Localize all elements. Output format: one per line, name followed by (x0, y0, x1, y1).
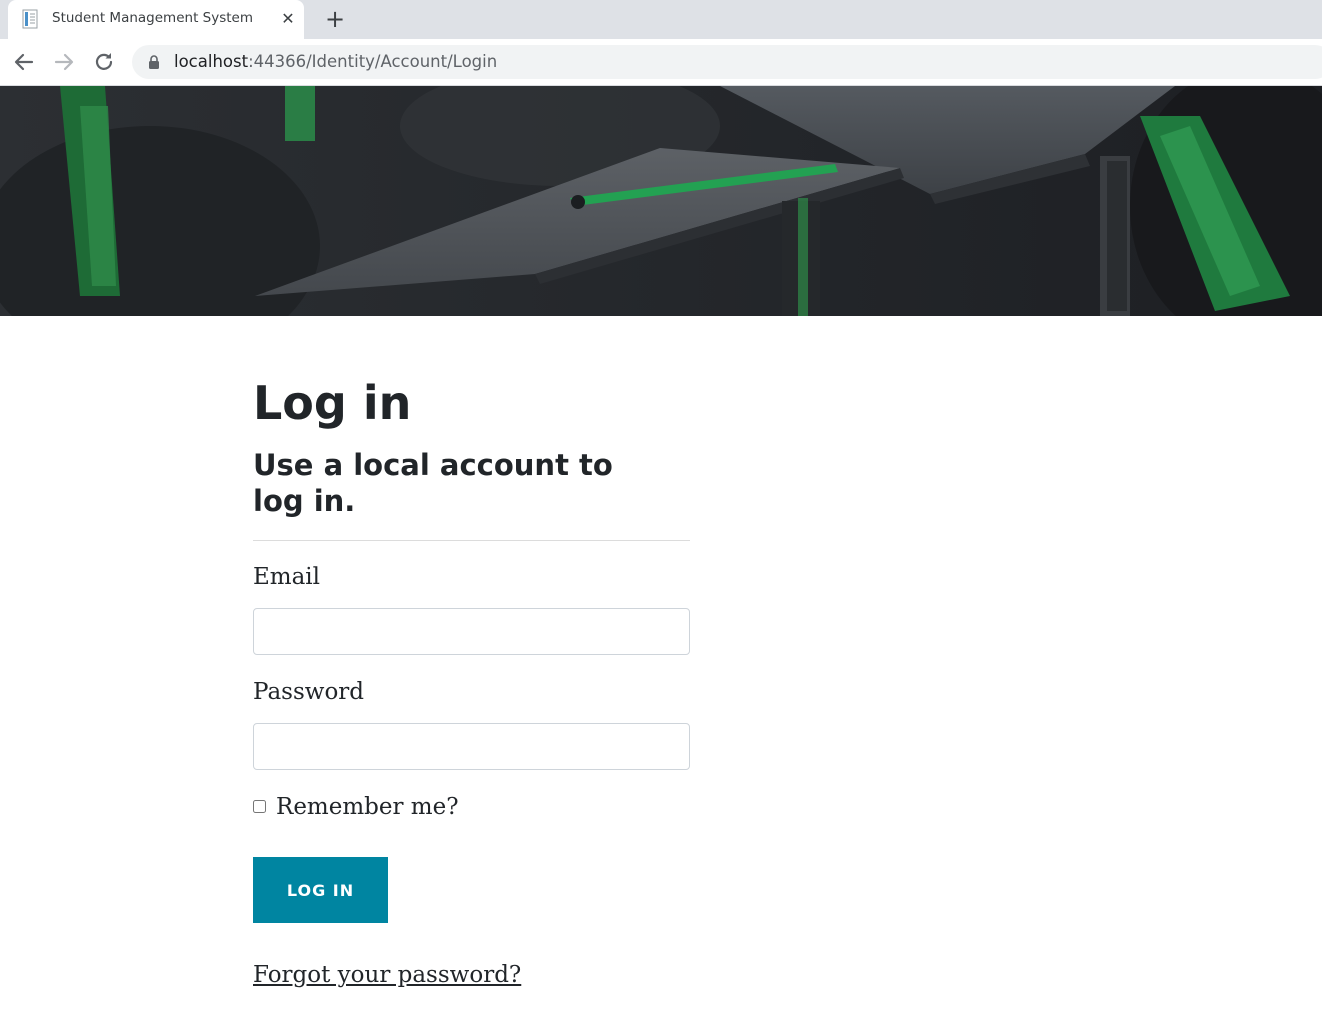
document-icon (22, 9, 38, 29)
forward-arrow-icon[interactable] (51, 49, 77, 75)
browser-tab[interactable]: Student Management System ✕ (8, 0, 304, 39)
new-tab-icon[interactable]: + (322, 7, 348, 33)
remember-me-checkbox[interactable] (253, 800, 266, 813)
url-path: :44366/Identity/Account/Login (248, 52, 498, 71)
password-label: Password (253, 679, 365, 705)
password-field[interactable] (253, 723, 690, 770)
divider (253, 540, 690, 541)
email-label: Email (253, 564, 321, 590)
browser-tabstrip: Student Management System ✕ + (0, 0, 1322, 39)
page-subtitle: Use a local account to log in. (253, 448, 613, 518)
login-button[interactable]: LOG IN (253, 857, 388, 923)
graduation-caps-photo (0, 86, 1322, 316)
browser-toolbar: localhost:44366/Identity/Account/Login (0, 39, 1322, 86)
remember-me-label[interactable]: Remember me? (276, 794, 459, 820)
back-arrow-icon[interactable] (11, 49, 37, 75)
address-bar[interactable]: localhost:44366/Identity/Account/Login (132, 45, 1322, 79)
reload-icon[interactable] (91, 49, 117, 75)
lock-icon[interactable] (148, 55, 160, 69)
url-text: localhost:44366/Identity/Account/Login (174, 52, 497, 71)
page-title: Log in (253, 376, 412, 430)
url-host: localhost (174, 52, 249, 71)
tab-title: Student Management System (52, 10, 253, 26)
hero-banner-image (0, 86, 1322, 316)
email-field[interactable] (253, 608, 690, 655)
close-tab-icon[interactable]: ✕ (278, 9, 298, 29)
forgot-password-link[interactable]: Forgot your password? (253, 962, 521, 988)
